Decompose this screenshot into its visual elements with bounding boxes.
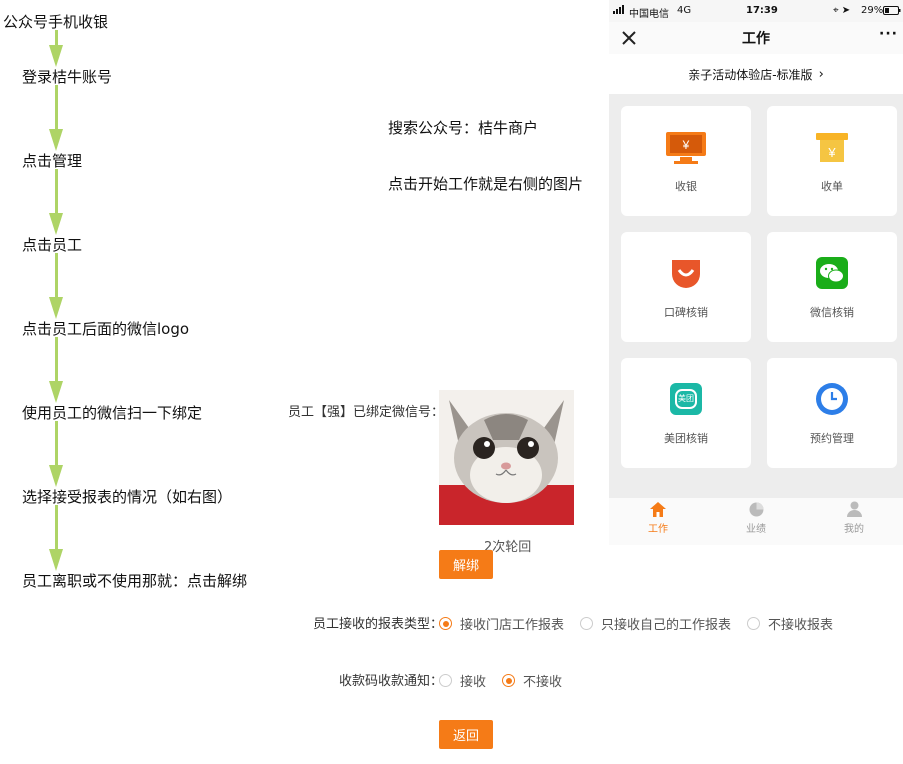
store-name: 亲子活动体验店-标准版: [688, 67, 813, 82]
flow-step-5: 点击员工后面的微信logo: [22, 320, 190, 338]
tab-label: 我的: [844, 524, 864, 535]
tab-performance[interactable]: 业绩: [707, 498, 805, 545]
report-type-label: 员工接收的报表类型：: [313, 617, 444, 632]
flow-step-8: 员工离职或不使用那就：点击解绑: [22, 572, 248, 590]
flow-arrow: [49, 337, 63, 403]
note-start-work: 点击开始工作就是右侧的图片: [388, 175, 584, 193]
meituan-icon: 美团: [669, 382, 703, 420]
payment-notice-options: 接收 不接收: [439, 671, 578, 690]
radio-label: 不接收报表: [768, 618, 834, 633]
svg-text:¥: ¥: [682, 138, 690, 152]
wechat-icon: [815, 256, 849, 294]
store-selector[interactable]: 亲子活动体验店-标准版 ›: [609, 54, 903, 94]
flow-arrow: [49, 505, 63, 571]
receipt-icon: ¥: [814, 130, 850, 170]
payment-notice-label: 收款码收款通知：: [339, 674, 444, 689]
phone-screen: 中国电信 4G 17:39 ⌖ ➤ 29% 工作 ··· 亲子活动体验店-标准版…: [609, 0, 903, 545]
pie-chart-icon: [749, 502, 764, 520]
flow-arrow: [49, 253, 63, 319]
tab-mine[interactable]: 我的: [805, 498, 903, 545]
unbind-button[interactable]: 解绑: [439, 550, 493, 579]
status-bar: 中国电信 4G 17:39 ⌖ ➤ 29%: [609, 0, 903, 22]
radio-indicator[interactable]: [747, 617, 761, 630]
koubei-icon: [668, 256, 704, 296]
wechat-avatar: [439, 390, 574, 525]
report-type-options: 接收门店工作报表 只接收自己的工作报表 不接收报表: [439, 614, 849, 633]
radio-label: 接收: [460, 675, 487, 690]
tile-meituan[interactable]: 美团 美团核销: [621, 358, 751, 468]
tab-label: 业绩: [746, 524, 766, 535]
flow-step-4: 点击员工: [22, 236, 83, 254]
radio-receive[interactable]: 接收: [439, 671, 486, 690]
tile-label: 微信核销: [810, 306, 854, 319]
flow-step-1: 公众号手机收银: [3, 13, 109, 31]
tile-label: 收单: [821, 180, 843, 193]
back-button[interactable]: 返回: [439, 720, 493, 749]
flow-arrow: [49, 30, 63, 67]
flow-step-2: 登录桔牛账号: [22, 68, 113, 86]
work-grid: ¥ 收银 ¥ 收单 口碑核销 微信核销 美团 美团核销 预约管理: [609, 94, 903, 498]
radio-store-report[interactable]: 接收门店工作报表: [439, 614, 564, 633]
user-icon: [847, 501, 862, 520]
radio-indicator[interactable]: [502, 674, 516, 687]
tile-cashier[interactable]: ¥ 收银: [621, 106, 751, 216]
more-icon[interactable]: ···: [879, 26, 898, 42]
battery-percent: 29%: [861, 5, 884, 16]
flow-step-3: 点击管理: [22, 152, 83, 170]
radio-own-report[interactable]: 只接收自己的工作报表: [580, 614, 731, 633]
tile-appointment[interactable]: 预约管理: [767, 358, 897, 468]
radio-indicator[interactable]: [439, 617, 452, 630]
flow-step-6: 使用员工的微信扫一下绑定: [22, 404, 203, 422]
signal-icon: [613, 5, 627, 17]
binding-label: 员工【强】已绑定微信号：: [288, 405, 445, 420]
nav-bar: 工作 ···: [609, 22, 903, 54]
flow-arrow: [49, 85, 63, 151]
tile-label: 预约管理: [810, 432, 854, 445]
battery-icon: [883, 6, 901, 18]
radio-label: 不接收: [523, 675, 563, 690]
radio-indicator[interactable]: [439, 674, 452, 687]
clock: 17:39: [746, 5, 778, 16]
tile-label: 美团核销: [664, 432, 708, 445]
tile-label: 收银: [675, 180, 697, 193]
radio-no-report[interactable]: 不接收报表: [747, 614, 833, 633]
cashier-icon: ¥: [664, 130, 708, 170]
flow-step-7: 选择接受报表的情况（如右图）: [22, 488, 233, 506]
note-search: 搜索公众号：桔牛商户: [388, 119, 539, 137]
radio-indicator[interactable]: [580, 617, 594, 630]
meituan-text: 美团: [678, 394, 694, 403]
tile-wechat[interactable]: 微信核销: [767, 232, 897, 342]
tile-label: 口碑核销: [664, 306, 708, 319]
tab-work[interactable]: 工作: [609, 498, 707, 545]
home-icon: [650, 502, 666, 520]
clock-icon: [815, 382, 849, 420]
location-icon: ⌖ ➤: [833, 5, 851, 16]
radio-label: 接收门店工作报表: [460, 618, 565, 633]
radio-label: 只接收自己的工作报表: [601, 618, 732, 633]
flow-arrow: [49, 421, 63, 487]
flow-arrow: [49, 169, 63, 235]
svg-text:¥: ¥: [827, 145, 836, 160]
tab-bar: 工作 业绩 我的: [609, 498, 903, 545]
network: 4G: [677, 5, 692, 16]
chevron-right-icon: ›: [818, 66, 824, 82]
tab-label: 工作: [648, 524, 668, 535]
radio-not-receive[interactable]: 不接收: [502, 671, 562, 690]
nav-title: 工作: [742, 31, 770, 47]
tile-receipt[interactable]: ¥ 收单: [767, 106, 897, 216]
carrier: 中国电信: [629, 9, 669, 20]
tile-koubei[interactable]: 口碑核销: [621, 232, 751, 342]
